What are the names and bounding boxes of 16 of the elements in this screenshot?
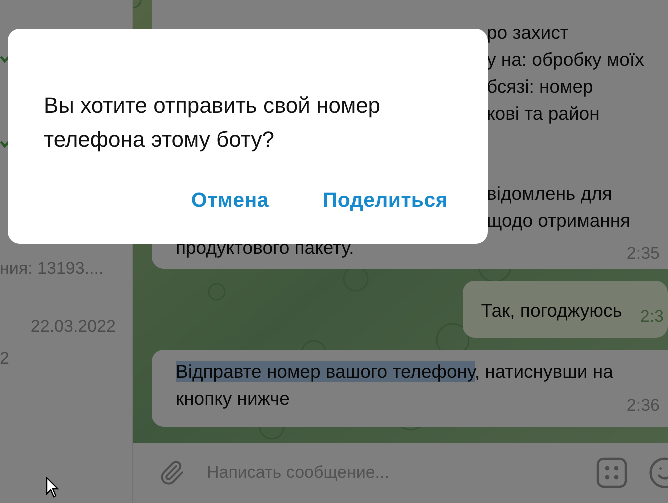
- message-text: Так, погоджуюсь: [481, 299, 622, 323]
- bot-commands-icon[interactable]: [596, 457, 628, 489]
- message-text: відомлень для: [487, 182, 612, 206]
- message-text: Відправте номер вашого телефону, натиснувши на кнопку нижче: [176, 360, 614, 411]
- message-text: продуктового пакету.: [176, 236, 354, 260]
- dialog-message: Вы хотите отправить свой номер телефона этому боту?: [44, 92, 382, 154]
- attach-icon[interactable]: [159, 460, 185, 486]
- cursor-icon: [46, 477, 60, 499]
- dialog-button[interactable]: Отмена: [191, 189, 269, 213]
- message-text: кові та район: [487, 102, 600, 126]
- message-text: у на: обробку моїх: [487, 48, 644, 72]
- message-text: щодо отримання: [487, 209, 631, 233]
- dialog-button[interactable]: Поделиться: [322, 189, 448, 213]
- message-text: бсязі: номер: [487, 75, 594, 99]
- message-text: ро захист: [487, 21, 569, 45]
- message-time: 2:3: [640, 306, 664, 328]
